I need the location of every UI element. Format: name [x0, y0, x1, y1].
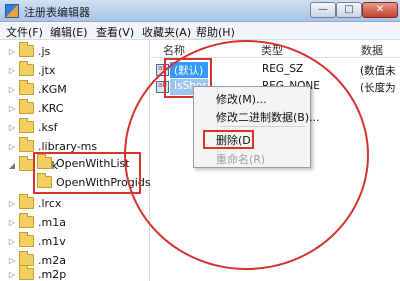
menu-separator [220, 126, 306, 127]
tree-item-label: .js [38, 44, 51, 58]
annotation-highlight-box [33, 152, 141, 194]
folder-icon [19, 61, 34, 76]
maximize-button[interactable]: □ [336, 2, 362, 18]
context-menu-gutter [194, 87, 218, 167]
expand-arrow-icon[interactable]: ▷ [8, 66, 16, 75]
expand-arrow-icon[interactable]: ▷ [8, 199, 16, 208]
tree-item-label: .library-ms [38, 139, 98, 153]
menu-view[interactable]: 查看(V) [96, 24, 134, 40]
minimize-button[interactable]: — [310, 2, 336, 18]
menu-file[interactable]: 文件(F) [6, 24, 43, 40]
tree-item[interactable]: ▷ .KGM [8, 80, 67, 98]
annotation-highlight-box [203, 130, 254, 149]
tree-item-label: .lrcx [38, 196, 62, 210]
tree-item-label: .ksf [38, 120, 58, 134]
registry-editor-icon [5, 4, 19, 18]
expand-arrow-icon[interactable]: ▷ [8, 85, 16, 94]
close-button[interactable]: ✕ [362, 2, 398, 18]
context-menu: 修改(M)... 修改二进制数据(B)... 删除(D) 重命名(R) [193, 86, 320, 168]
expand-arrow-icon[interactable]: ▷ [8, 270, 16, 279]
tree-item[interactable]: ▷ .ksf [8, 118, 57, 136]
tree-item[interactable]: ▷ .KRC [8, 99, 64, 117]
menu-item-rename: 重命名(R) [216, 153, 266, 166]
tree-item[interactable]: ▷ .m1a [8, 213, 66, 231]
expand-arrow-icon[interactable]: ▷ [8, 104, 16, 113]
tree-item[interactable]: ▷ .jtx [8, 61, 55, 79]
expand-arrow-icon[interactable]: ▷ [8, 237, 16, 246]
column-header-type[interactable]: 类型 [261, 42, 283, 58]
value-data: (数值未 [360, 65, 396, 77]
column-header-name[interactable]: 名称 [163, 42, 185, 58]
menu-edit[interactable]: 编辑(E) [50, 24, 88, 40]
menu-item-modify[interactable]: 修改(M)... [216, 91, 267, 107]
tree-item-label: .m1v [38, 234, 66, 248]
folder-open-icon [19, 156, 34, 171]
expand-arrow-icon[interactable]: ▷ [8, 142, 16, 151]
folder-icon [19, 80, 34, 95]
expand-arrow-icon[interactable]: ▷ [8, 256, 16, 265]
value-type: REG_SZ [262, 63, 304, 75]
value-data: (长度为 [360, 82, 396, 94]
folder-icon [19, 194, 34, 209]
folder-icon [19, 99, 34, 114]
expand-arrow-icon[interactable]: ▷ [8, 123, 16, 132]
tree-item[interactable]: ▷ .m1v [8, 232, 66, 250]
tree-item-label: .KRC [38, 101, 64, 115]
tree-item-label: .m2a [38, 253, 66, 267]
collapse-arrow-icon[interactable]: ◢ [8, 161, 16, 170]
tree-item[interactable]: ▷ .js [8, 42, 50, 60]
expand-arrow-icon[interactable]: ▷ [8, 47, 16, 56]
menu-favorites[interactable]: 收藏夹(A) [142, 24, 191, 40]
tree-item[interactable]: ▷ .lrcx [8, 194, 61, 212]
folder-icon [19, 232, 34, 247]
column-header-data[interactable]: 数据 [361, 42, 383, 58]
tree-item-label: .jtx [38, 63, 56, 77]
title-bar: 注册表编辑器 — □ ✕ [0, 0, 400, 22]
folder-icon [19, 213, 34, 228]
tree-item-label: .KGM [38, 82, 67, 96]
window-title: 注册表编辑器 [24, 6, 90, 19]
menu-bar: 文件(F) 编辑(E) 查看(V) 收藏夹(A) 帮助(H) [0, 22, 400, 40]
expand-arrow-icon[interactable]: ▷ [8, 218, 16, 227]
tree-item-label: .m1a [38, 215, 66, 229]
folder-icon [19, 42, 34, 57]
folder-icon [19, 118, 34, 133]
tree-item-label: .m2p [38, 267, 67, 281]
tree-item[interactable]: ▷ .m2p [8, 265, 67, 281]
menu-help[interactable]: 帮助(H) [196, 24, 235, 40]
folder-icon [19, 265, 34, 280]
folder-icon [19, 137, 34, 152]
menu-item-modify-binary[interactable]: 修改二进制数据(B)... [216, 109, 320, 125]
